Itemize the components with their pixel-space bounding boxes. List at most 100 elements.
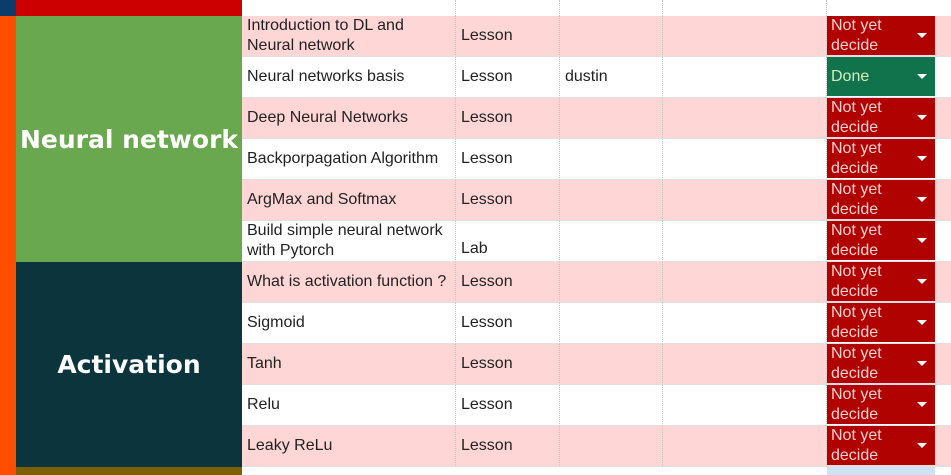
status-label: Not yet decide [831,262,882,300]
owner-cell[interactable]: dustin [560,57,663,98]
chevron-down-icon[interactable] [917,278,927,284]
title-cell[interactable]: Relu [242,385,456,426]
next-group-cell[interactable] [16,467,242,475]
title-cell[interactable]: ArgMax and Softmax [242,180,456,221]
title-cell[interactable]: Tanh [242,344,456,385]
empty-cell[interactable] [663,426,827,467]
status-dropdown[interactable]: Not yet decide [827,385,935,424]
owner-cell[interactable] [560,16,663,57]
title-cell[interactable]: Neural networks basis [242,57,456,98]
status-dropdown[interactable]: Not yet decide [827,139,935,178]
empty-cell[interactable] [663,180,827,221]
owner-cell[interactable] [560,221,663,262]
title-cell[interactable]: Deep Neural Networks [242,98,456,139]
status-dropdown[interactable]: Not yet decide [827,16,935,55]
type-cell[interactable]: Lesson [456,303,560,344]
group-cell-activation[interactable]: Activation [16,262,242,467]
status-cell-partial[interactable] [827,467,935,475]
empty-cell[interactable] [663,139,827,180]
status-cell[interactable]: Not yet decide [827,221,935,262]
extra-cell[interactable] [935,139,951,180]
chevron-down-icon[interactable] [917,73,927,79]
title-cell[interactable]: Introduction to DL and Neural network [242,16,456,57]
type-cell[interactable]: Lesson [456,180,560,221]
owner-cell[interactable] [560,385,663,426]
empty-cell[interactable] [663,57,827,98]
chevron-down-icon[interactable] [917,237,927,243]
type-cell[interactable]: Lesson [456,426,560,467]
status-dropdown[interactable]: Not yet decide [827,262,935,301]
owner-cell[interactable] [560,426,663,467]
group-cell-neural-network[interactable]: Neural network [16,16,242,262]
empty-cell[interactable] [663,16,827,57]
empty-cell[interactable] [663,262,827,303]
status-dropdown[interactable]: Not yet decide [827,426,935,465]
status-cell[interactable]: Not yet decide [827,139,935,180]
status-cell[interactable]: Not yet decide [827,98,935,139]
status-dropdown[interactable]: Not yet decide [827,180,935,219]
type-cell[interactable]: Lesson [456,16,560,57]
chevron-down-icon[interactable] [917,196,927,202]
extra-cell[interactable] [935,426,951,467]
extra-cell[interactable] [935,385,951,426]
type-cell[interactable]: Lesson [456,98,560,139]
chevron-down-icon[interactable] [917,442,927,448]
table-row: Neural networks basis Lesson dustin Done [242,57,951,98]
chevron-down-icon[interactable] [917,401,927,407]
status-dropdown[interactable]: Not yet decide [827,303,935,342]
status-dropdown[interactable]: Done [827,57,935,96]
chevron-down-icon[interactable] [917,319,927,325]
owner-cell[interactable] [560,344,663,385]
type-cell[interactable]: Lab [456,221,560,262]
status-cell[interactable]: Not yet decide [827,16,935,57]
status-cell[interactable]: Done [827,57,935,98]
extra-cell[interactable] [935,98,951,139]
status-cell[interactable]: Not yet decide [827,262,935,303]
type-cell[interactable]: Lesson [456,57,560,98]
extra-cell[interactable] [935,344,951,385]
chevron-down-icon[interactable] [917,114,927,120]
empty-cell[interactable] [663,344,827,385]
empty-cell[interactable] [663,221,827,262]
chevron-down-icon[interactable] [917,360,927,366]
status-cell[interactable]: Not yet decide [827,344,935,385]
title-cell[interactable]: Leaky ReLu [242,426,456,467]
title-cell[interactable]: Sigmoid [242,303,456,344]
owner-cell[interactable] [560,98,663,139]
extra-cell[interactable] [935,303,951,344]
extra-cell[interactable] [935,57,951,98]
chevron-down-icon[interactable] [917,155,927,161]
title-cell[interactable] [242,0,456,16]
extra-cell[interactable] [935,16,951,57]
status-dropdown[interactable]: Not yet decide [827,98,935,137]
type-cell[interactable]: Lesson [456,139,560,180]
empty-cell[interactable] [663,0,827,16]
status-cell[interactable]: Not yet decide [827,426,935,467]
status-cell[interactable]: Not yet decide [827,385,935,426]
extra-cell[interactable] [935,262,951,303]
extra-cell[interactable] [935,180,951,221]
chevron-down-icon[interactable] [917,32,927,38]
type-cell[interactable] [456,0,560,16]
title-cell[interactable]: What is activation function ? [242,262,456,303]
status-dropdown[interactable]: Not yet decide [827,344,935,383]
empty-cell[interactable] [663,303,827,344]
title-cell[interactable]: Backporpagation Algorithm [242,139,456,180]
type-cell[interactable]: Lesson [456,385,560,426]
owner-cell[interactable] [560,180,663,221]
extra-cell[interactable] [935,221,951,262]
owner-cell[interactable] [560,139,663,180]
empty-cell[interactable] [663,385,827,426]
owner-cell[interactable] [560,262,663,303]
owner-cell[interactable] [560,0,663,16]
type-cell[interactable]: Lesson [456,262,560,303]
title-cell[interactable]: Build simple neural network with Pytorch [242,221,456,262]
previous-group-cell[interactable] [16,0,242,16]
owner-cell[interactable] [560,303,663,344]
status-cell[interactable]: Not yet decide [827,180,935,221]
status-dropdown[interactable]: Not yet decide [827,221,935,260]
type-cell[interactable]: Lesson [456,344,560,385]
status-cell[interactable]: Not yet decide [827,303,935,344]
status-label: Not yet decide [831,303,882,341]
empty-cell[interactable] [663,98,827,139]
